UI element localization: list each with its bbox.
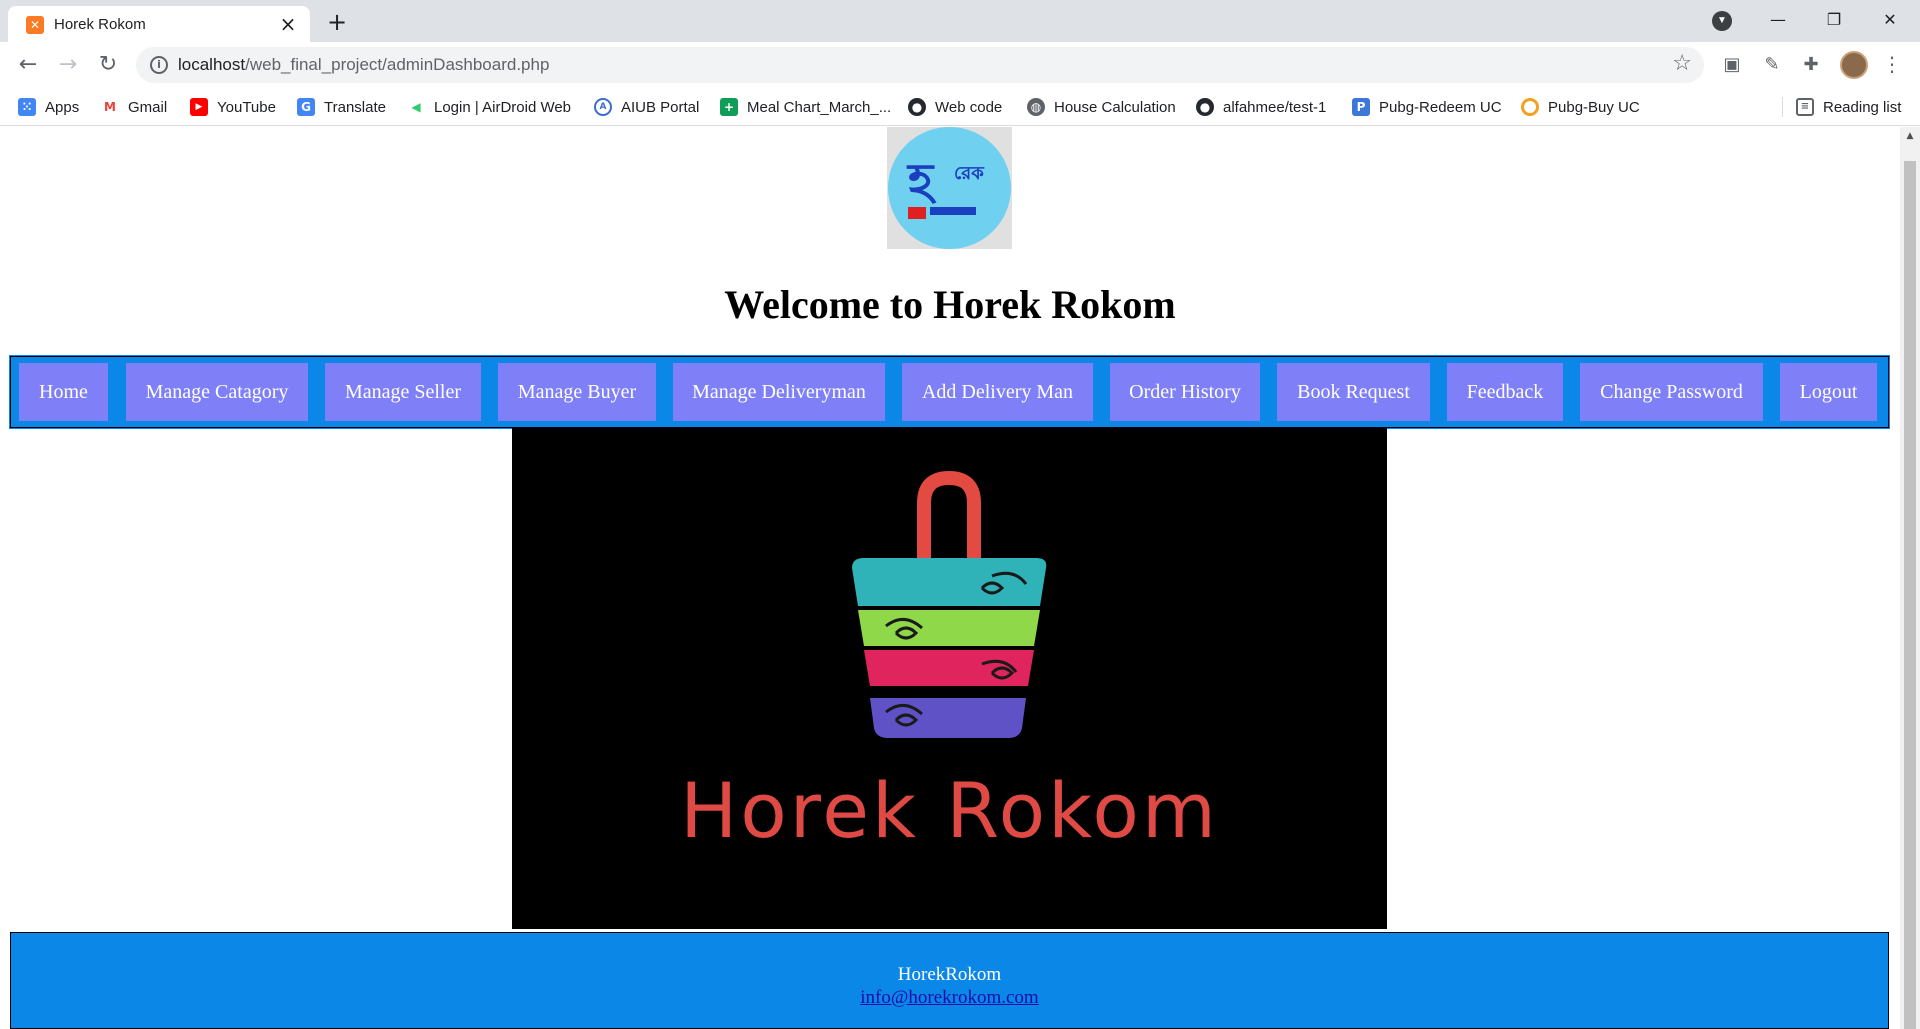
tab-close-icon[interactable]: ×: [276, 12, 300, 36]
site-info-icon[interactable]: i: [150, 56, 168, 74]
globe-icon: ◍: [1027, 98, 1045, 116]
bookmark-label: Apps: [45, 98, 80, 116]
page-title: Welcome to Horek Rokom: [724, 282, 1176, 327]
tab-title: Horek Rokom: [54, 16, 146, 33]
nav-manage-seller[interactable]: Manage Seller: [325, 363, 481, 421]
nav-home[interactable]: Home: [19, 363, 108, 421]
logo-glyph-sub: রেক: [954, 163, 984, 184]
bookmark-label: Login | AirDroid Web: [434, 98, 572, 116]
gmail-icon: M: [101, 98, 119, 116]
reading-list-label: Reading list: [1823, 98, 1902, 116]
back-arrow-icon[interactable]: ←: [12, 49, 44, 81]
bookmark-label: Meal Chart_March_...: [747, 98, 892, 116]
eyedropper-extension-icon[interactable]: ✎: [1758, 51, 1786, 79]
reload-icon[interactable]: ↻: [92, 49, 124, 81]
bookmark-label: Pubg-Buy UC: [1548, 98, 1640, 116]
bookmark-youtube[interactable]: ▶ YouTube: [190, 96, 276, 118]
bookmark-airdroid[interactable]: ◀ Login | AirDroid Web: [407, 96, 571, 118]
new-tab-icon[interactable]: +: [322, 8, 352, 38]
nav-add-delivery-man[interactable]: Add Delivery Man: [902, 363, 1093, 421]
bookmark-label: AIUB Portal: [621, 98, 700, 116]
bookmark-label: Gmail: [128, 98, 168, 116]
bookmark-translate[interactable]: G Translate: [297, 96, 386, 118]
extensions-puzzle-icon[interactable]: ✚: [1797, 51, 1825, 79]
bookmarks-divider: [1782, 97, 1783, 117]
bookmark-label: Pubg-Redeem UC: [1379, 98, 1502, 116]
extension-square-icon[interactable]: ▣: [1718, 51, 1746, 79]
bookmark-label: Web code: [935, 98, 1003, 116]
bookmark-gmail[interactable]: M Gmail: [101, 96, 167, 118]
browser-titlebar: ✕ Horek Rokom × + ▼ — ❐ ✕: [0, 0, 1920, 42]
sheets-icon: +: [720, 98, 738, 116]
bookmark-star-icon[interactable]: ☆: [1672, 51, 1692, 76]
youtube-icon: ▶: [190, 98, 208, 116]
bookmarks-bar: ⁙ Apps M Gmail ▶ YouTube G Translate ◀ L…: [0, 88, 1920, 126]
github-icon: ●: [1196, 98, 1214, 116]
hero-brand-text: Horek Rokom: [680, 766, 1219, 855]
reading-list-icon: ≡: [1796, 98, 1814, 116]
browser-toolbar: ← → ↻ i localhost/web_final_project/admi…: [0, 42, 1920, 88]
aiub-icon: A: [594, 98, 612, 116]
nav-logout[interactable]: Logout: [1780, 363, 1877, 421]
bookmark-label: YouTube: [217, 98, 276, 116]
address-bar[interactable]: i localhost/web_final_project/adminDashb…: [136, 47, 1704, 83]
xampp-favicon-icon: ✕: [26, 16, 44, 34]
tab-search-icon[interactable]: ▼: [1712, 11, 1732, 31]
profile-avatar[interactable]: [1840, 51, 1868, 79]
bookmark-aiub[interactable]: A AIUB Portal: [594, 96, 699, 118]
scroll-up-arrow-icon[interactable]: ▲: [1900, 131, 1920, 145]
admin-navbar: Home Manage Catagory Manage Seller Manag…: [9, 355, 1890, 429]
nav-change-password[interactable]: Change Password: [1580, 363, 1763, 421]
logo-mark-red: [908, 207, 926, 219]
pubg-buy-icon: [1521, 98, 1539, 116]
logo-mark-blue: [930, 207, 976, 215]
airdroid-icon: ◀: [407, 98, 425, 116]
translate-icon: G: [297, 98, 315, 116]
scroll-thumb[interactable]: [1904, 161, 1916, 1029]
footer-email-link[interactable]: info@horekrokom.com: [11, 987, 1888, 1009]
page-footer: HorekRokom info@horekrokom.com: [10, 932, 1889, 1029]
bookmark-label: House Calculation: [1054, 98, 1176, 116]
url-text[interactable]: localhost/web_final_project/adminDashboa…: [178, 55, 549, 75]
minimize-icon[interactable]: —: [1750, 0, 1806, 42]
bookmark-pubg-buy[interactable]: Pubg-Buy UC: [1521, 96, 1640, 118]
window-close-icon[interactable]: ✕: [1862, 0, 1918, 42]
bookmark-label: alfahmee/test-1: [1223, 98, 1327, 116]
more-menu-icon[interactable]: ⋮: [1880, 51, 1904, 79]
nav-manage-category[interactable]: Manage Catagory: [126, 363, 308, 421]
page-scrollbar[interactable]: ▲: [1900, 127, 1920, 1029]
pubg-icon: P: [1352, 98, 1370, 116]
restore-icon[interactable]: ❐: [1806, 0, 1862, 42]
apps-grid-icon: ⁙: [18, 98, 36, 116]
bookmark-meal-chart[interactable]: + Meal Chart_March_...: [720, 96, 891, 118]
nav-order-history[interactable]: Order History: [1110, 363, 1260, 421]
reading-list-button[interactable]: ≡ Reading list: [1796, 96, 1901, 118]
hero-banner: Horek Rokom: [512, 428, 1387, 929]
logo-circle: হ রেক: [888, 127, 1011, 249]
github-icon: ●: [908, 98, 926, 116]
nav-manage-buyer[interactable]: Manage Buyer: [498, 363, 656, 421]
footer-brand-name: HorekRokom: [897, 964, 1002, 985]
nav-book-request[interactable]: Book Request: [1277, 363, 1430, 421]
bookmark-house-calculation[interactable]: ◍ House Calculation: [1027, 96, 1176, 118]
bookmark-apps[interactable]: ⁙ Apps: [18, 96, 79, 118]
nav-manage-deliveryman[interactable]: Manage Deliveryman: [673, 363, 885, 421]
bookmark-label: Translate: [324, 98, 386, 116]
nav-feedback[interactable]: Feedback: [1447, 363, 1563, 421]
browser-tab[interactable]: ✕ Horek Rokom ×: [8, 6, 310, 42]
forward-arrow-icon[interactable]: →: [52, 49, 84, 81]
site-logo: হ রেক: [887, 127, 1012, 249]
bookmark-web-code[interactable]: ● Web code: [908, 96, 1002, 118]
page-viewport: হ রেক Welcome to Horek Rokom Home Manage…: [0, 127, 1900, 1029]
bookmark-pubg-redeem[interactable]: P Pubg-Redeem UC: [1352, 96, 1502, 118]
bookmark-alfahmee-test[interactable]: ● alfahmee/test-1: [1196, 96, 1326, 118]
